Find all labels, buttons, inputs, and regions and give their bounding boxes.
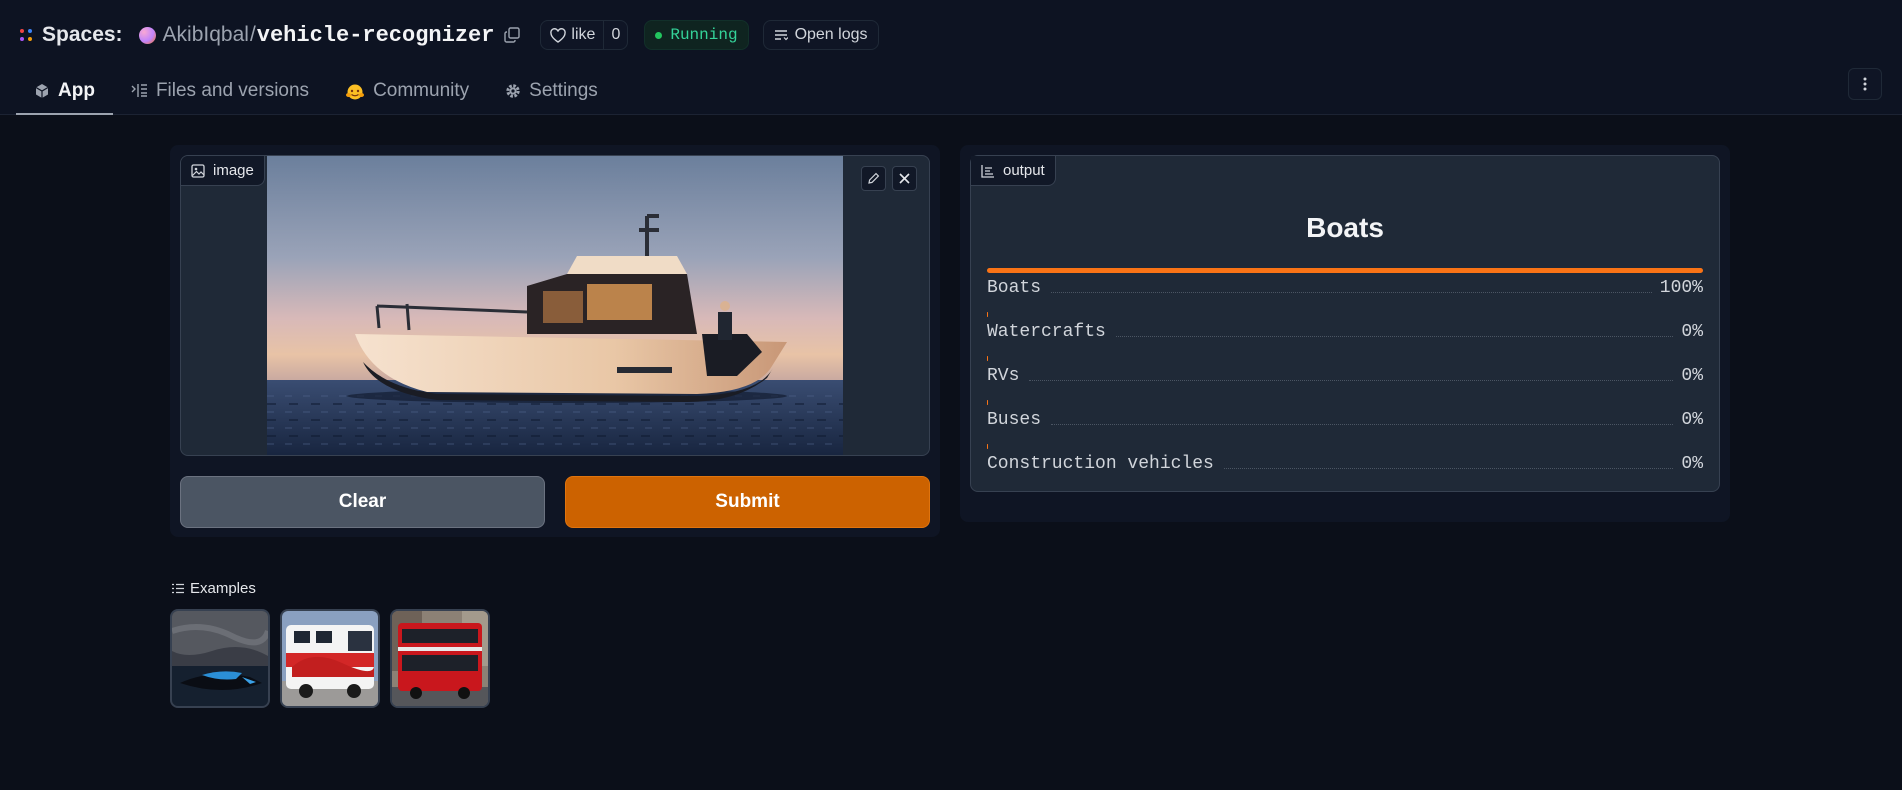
space-title-row: Spaces: AkibIqbal / vehicle-recognizer l…	[20, 19, 879, 51]
open-logs-button[interactable]: Open logs	[762, 20, 879, 50]
confidence-row[interactable]: RVs 0%	[987, 356, 1703, 386]
image-icon	[191, 163, 205, 178]
pencil-icon	[868, 172, 880, 184]
output-label: output	[971, 156, 1056, 186]
close-icon	[899, 173, 910, 184]
image-input-label: image	[181, 156, 265, 186]
status-dot-icon	[655, 31, 663, 39]
examples-label: Examples	[190, 580, 256, 597]
confidence-label: Watercrafts	[987, 322, 1106, 342]
status-badge[interactable]: Running	[644, 20, 749, 50]
output-panel: output Boats Boats 100% Watercrafts 0% RVs…	[960, 145, 1730, 522]
image-tools	[861, 166, 917, 191]
confidence-value: 0%	[1681, 410, 1703, 430]
tab-files-and-versions[interactable]: Files and versions	[113, 66, 327, 115]
edit-image-button[interactable]	[861, 166, 886, 191]
tab-label: App	[58, 79, 95, 101]
output-label-text: output	[1003, 162, 1045, 179]
space-tabs: App Files and versions Community Setting…	[16, 66, 616, 115]
example-thumbnail-double-decker-bus[interactable]	[390, 609, 490, 708]
confidence-bar	[987, 268, 1703, 273]
confidence-label: Boats	[987, 278, 1042, 298]
confidence-value: 0%	[1681, 366, 1703, 386]
tab-app[interactable]: App	[16, 66, 113, 115]
like-label: like	[571, 26, 596, 43]
files-icon	[131, 84, 147, 97]
clear-image-button[interactable]	[892, 166, 917, 191]
repo-name-link[interactable]: vehicle-recognizer	[257, 23, 495, 48]
image-input[interactable]: image	[180, 155, 930, 456]
cube-icon	[35, 83, 49, 98]
confidence-bar	[987, 400, 988, 405]
input-panel: image Clear Submit	[170, 145, 940, 537]
kebab-menu-icon	[1863, 77, 1867, 91]
like-count: 0	[603, 21, 627, 49]
confidence-row[interactable]: Buses 0%	[987, 400, 1703, 430]
tab-community[interactable]: Community	[327, 66, 487, 115]
space-header: Spaces: AkibIqbal / vehicle-recognizer l…	[0, 0, 1902, 115]
tab-label: Community	[373, 79, 470, 101]
confidence-label: Construction vehicles	[987, 454, 1214, 474]
path-separator: /	[249, 23, 256, 46]
status-label: Running	[670, 26, 738, 44]
community-icon	[346, 84, 365, 99]
predicted-label: Boats	[1306, 212, 1384, 243]
confidence-row[interactable]: Watercrafts 0%	[987, 312, 1703, 342]
gear-icon	[506, 83, 520, 98]
confidence-value: 100%	[1659, 278, 1703, 298]
copy-icon[interactable]	[502, 25, 522, 45]
confidence-value: 0%	[1681, 322, 1703, 342]
example-thumbnail-jetski[interactable]	[170, 609, 270, 708]
owner-link[interactable]: AkibIqbal	[163, 23, 249, 47]
confidence-row[interactable]: Boats 100%	[987, 268, 1703, 298]
like-button[interactable]: like 0	[540, 20, 629, 50]
confidence-label: RVs	[987, 366, 1020, 386]
label-output: output Boats Boats 100% Watercrafts 0% RVs…	[970, 155, 1720, 492]
image-label-text: image	[213, 162, 254, 179]
spaces-logo-icon	[20, 28, 34, 42]
tab-settings[interactable]: Settings	[487, 66, 616, 115]
tab-label: Settings	[529, 79, 598, 101]
logs-icon	[774, 30, 788, 41]
confidence-bar	[987, 356, 988, 361]
spaces-link[interactable]: Spaces:	[42, 23, 123, 47]
confidence-value: 0%	[1681, 454, 1703, 474]
owner-avatar[interactable]	[138, 26, 156, 44]
submit-button[interactable]: Submit	[565, 476, 930, 528]
confidence-bar	[987, 312, 988, 317]
examples-header: Examples	[172, 580, 256, 597]
confidence-bar	[987, 444, 988, 449]
list-icon	[172, 583, 184, 594]
confidence-row[interactable]: Construction vehicles 0%	[987, 444, 1703, 474]
open-logs-label: Open logs	[794, 26, 868, 43]
tab-label: Files and versions	[155, 79, 310, 101]
more-options-button[interactable]	[1848, 68, 1882, 100]
heart-icon	[550, 27, 567, 43]
example-thumbnail-rv[interactable]	[280, 609, 380, 708]
clear-button[interactable]: Clear	[180, 476, 545, 528]
bar-chart-icon	[981, 164, 994, 178]
confidence-label: Buses	[987, 410, 1042, 430]
uploaded-boat-image	[267, 156, 843, 455]
